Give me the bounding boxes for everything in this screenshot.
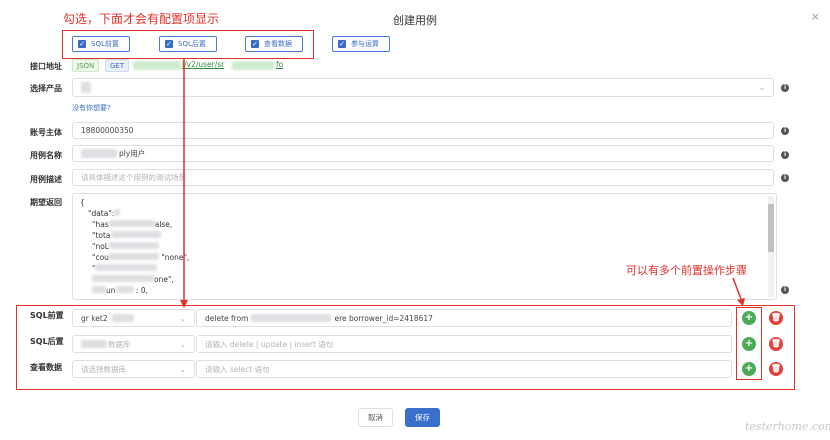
- arrow-right-line: [732, 277, 742, 300]
- sql-value-left: delete from: [205, 313, 249, 323]
- sql-value-right: ere borrower_id=2418617: [334, 313, 433, 323]
- sql-placeholder: 请输入 select 语句: [205, 364, 270, 374]
- view-data-statement-input[interactable]: 请输入 select 语句: [196, 360, 732, 378]
- cancel-button[interactable]: 取消: [358, 408, 393, 427]
- db-placeholder: 数据库: [108, 339, 131, 349]
- add-step-icon[interactable]: +: [742, 337, 756, 351]
- delete-step-icon[interactable]: 🗑: [769, 337, 783, 351]
- watermark: testerhome.com: [745, 420, 830, 433]
- label-sql-post: SQL后置: [30, 337, 64, 346]
- chevron-down-icon: ⌄: [179, 339, 186, 349]
- delete-step-icon[interactable]: 🗑: [769, 311, 783, 325]
- db-placeholder: 请选择数据库: [81, 364, 126, 374]
- sql-pre-statement-input[interactable]: delete from ere borrower_id=2418617: [196, 309, 732, 327]
- save-button[interactable]: 保存: [405, 408, 440, 427]
- sql-post-statement-input[interactable]: 请输入 delete | update | insert 语句: [196, 335, 732, 353]
- db-placeholder-redacted: [81, 340, 107, 348]
- db-value: gr ket2: [81, 313, 108, 323]
- db-redacted: [111, 314, 134, 322]
- chevron-down-icon: ⌄: [179, 313, 186, 323]
- label-view-data: 查看数据: [30, 363, 62, 372]
- sql-placeholder: 请输入 delete | update | insert 语句: [205, 339, 334, 349]
- sql-redacted: [251, 314, 332, 322]
- sql-pre-db-select[interactable]: gr ket2 ⌄: [72, 309, 195, 327]
- chevron-down-icon: ⌄: [179, 364, 186, 374]
- label-sql-pre: SQL前置: [30, 311, 64, 320]
- add-step-icon[interactable]: +: [742, 362, 756, 376]
- add-step-icon[interactable]: +: [742, 311, 756, 325]
- view-data-db-select[interactable]: 请选择数据库 ⌄: [72, 360, 195, 378]
- sql-post-db-select[interactable]: 数据库 ⌄: [72, 335, 195, 353]
- delete-step-icon[interactable]: 🗑: [769, 362, 783, 376]
